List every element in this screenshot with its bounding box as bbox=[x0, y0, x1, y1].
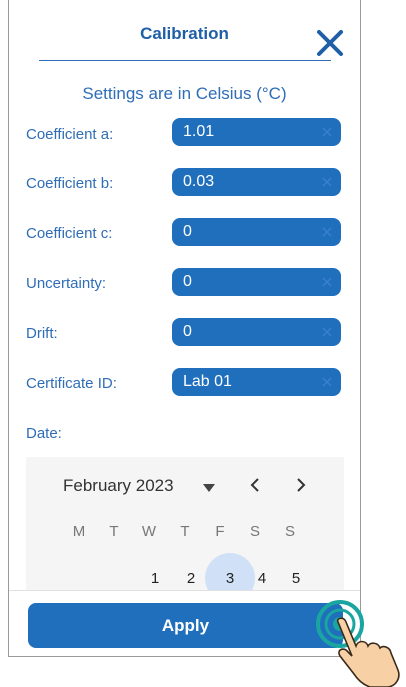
dialog-title: Calibration bbox=[140, 24, 229, 43]
apply-button[interactable]: Apply bbox=[28, 603, 343, 648]
calendar-day[interactable]: 5 bbox=[286, 570, 306, 587]
uncertainty-label: Uncertainty: bbox=[26, 275, 107, 292]
month-selector[interactable]: February 2023 bbox=[63, 476, 174, 496]
weekday-mon: M bbox=[72, 523, 86, 540]
calendar-day[interactable]: 4 bbox=[252, 570, 272, 587]
close-icon[interactable] bbox=[315, 28, 345, 58]
weekday-tue: T bbox=[109, 523, 119, 540]
clear-icon[interactable] bbox=[321, 276, 333, 288]
weekday-sat: S bbox=[249, 523, 260, 540]
certificate-id-value: Lab 01 bbox=[183, 373, 232, 390]
coefficient-c-value: 0 bbox=[183, 223, 192, 240]
weekday-fri: F bbox=[215, 523, 225, 540]
clear-icon[interactable] bbox=[321, 226, 333, 238]
month-label: February 2023 bbox=[63, 476, 174, 495]
certificate-id-input[interactable]: Lab 01 bbox=[172, 368, 341, 396]
weekday-wed: W bbox=[141, 523, 157, 540]
uncertainty-input[interactable]: 0 bbox=[172, 268, 341, 296]
drift-input[interactable]: 0 bbox=[172, 318, 341, 346]
uncertainty-value: 0 bbox=[183, 273, 192, 290]
units-subtitle: Settings are in Celsius (°C) bbox=[82, 84, 287, 103]
chevron-left-icon[interactable] bbox=[248, 477, 262, 493]
date-picker: February 2023 M T W T F S S 1 2 3 4 5 bbox=[26, 457, 344, 603]
title-divider bbox=[39, 60, 331, 61]
coefficient-a-value: 1.01 bbox=[183, 123, 215, 140]
calendar-day-selected[interactable]: 3 bbox=[220, 570, 240, 587]
coefficient-c-input[interactable]: 0 bbox=[172, 218, 341, 246]
calibration-dialog: Calibration Settings are in Celsius (°C)… bbox=[8, 0, 361, 657]
chevron-right-icon[interactable] bbox=[294, 477, 308, 493]
clear-icon[interactable] bbox=[321, 376, 333, 388]
coefficient-a-label: Coefficient a: bbox=[26, 126, 114, 143]
weekday-sun: S bbox=[284, 523, 295, 540]
certificate-id-label: Certificate ID: bbox=[26, 375, 117, 392]
clear-icon[interactable] bbox=[321, 126, 333, 138]
calendar-day[interactable]: 2 bbox=[181, 570, 201, 587]
drift-value: 0 bbox=[183, 323, 192, 340]
coefficient-b-value: 0.03 bbox=[183, 173, 215, 190]
drift-label: Drift: bbox=[26, 325, 58, 342]
weekday-thu: T bbox=[180, 523, 190, 540]
coefficient-b-label: Coefficient b: bbox=[26, 175, 114, 192]
clear-icon[interactable] bbox=[321, 326, 333, 338]
coefficient-b-input[interactable]: 0.03 bbox=[172, 168, 341, 196]
tap-gesture-hand-icon bbox=[316, 600, 400, 687]
date-label: Date: bbox=[26, 425, 62, 442]
clear-icon[interactable] bbox=[321, 176, 333, 188]
calendar-day[interactable]: 1 bbox=[145, 570, 165, 587]
dropdown-arrow-icon[interactable] bbox=[203, 484, 215, 492]
coefficient-c-label: Coefficient c: bbox=[26, 225, 113, 242]
coefficient-a-input[interactable]: 1.01 bbox=[172, 118, 341, 146]
